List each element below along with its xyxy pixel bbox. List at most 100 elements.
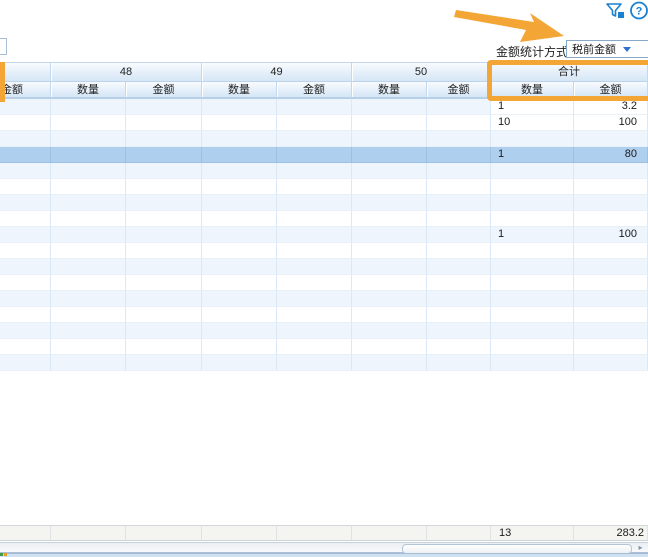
- left-edge-cutoff-control[interactable]: [0, 38, 7, 55]
- table-row[interactable]: [0, 211, 648, 227]
- cell-empty: [352, 355, 427, 371]
- column-header-g2-qty[interactable]: 数量: [202, 82, 277, 99]
- cell-empty: [277, 115, 352, 131]
- cell-empty: [202, 307, 277, 323]
- table-row[interactable]: [0, 355, 648, 371]
- cell-empty: [352, 131, 427, 147]
- cell-total-amt: 100: [574, 227, 648, 243]
- scrollbar-right-arrow-icon[interactable]: ▸: [633, 543, 648, 553]
- table-row[interactable]: 180: [0, 147, 648, 163]
- cell-empty: [277, 99, 352, 115]
- group-header-1[interactable]: 48: [51, 63, 202, 82]
- table-row[interactable]: [0, 243, 648, 259]
- cell-total-qty: [491, 163, 574, 179]
- cell-empty: [51, 147, 126, 163]
- cell-total-qty: [491, 131, 574, 147]
- horizontal-scrollbar[interactable]: ▸: [0, 542, 648, 553]
- cell-empty: [126, 323, 202, 339]
- cell-empty: [126, 115, 202, 131]
- cell-empty: [277, 339, 352, 355]
- cell-empty: [51, 243, 126, 259]
- group-header-4[interactable]: 合计: [491, 63, 648, 82]
- cell-empty: [0, 291, 51, 307]
- summary-cell: [0, 525, 51, 541]
- cell-empty: [202, 131, 277, 147]
- summary-cell: [51, 525, 126, 541]
- table-row[interactable]: [0, 179, 648, 195]
- cell-empty: [352, 259, 427, 275]
- table-row[interactable]: [0, 323, 648, 339]
- cell-empty: [277, 131, 352, 147]
- cell-empty: [427, 163, 491, 179]
- cell-empty: [0, 227, 51, 243]
- cell-total-qty: [491, 211, 574, 227]
- cell-empty: [51, 355, 126, 371]
- cell-empty: [427, 211, 491, 227]
- cell-total-qty: [491, 275, 574, 291]
- cell-empty: [352, 163, 427, 179]
- cell-empty: [427, 259, 491, 275]
- cell-empty: [427, 339, 491, 355]
- group-header-3[interactable]: 50: [352, 63, 491, 82]
- summary-total-amt: 283.2: [574, 525, 648, 541]
- table-row[interactable]: 1100: [0, 227, 648, 243]
- cell-empty: [0, 131, 51, 147]
- group-header-2[interactable]: 49: [202, 63, 352, 82]
- cell-total-amt: [574, 259, 648, 275]
- table-row[interactable]: [0, 259, 648, 275]
- cell-total-amt: [574, 131, 648, 147]
- cell-empty: [126, 339, 202, 355]
- cell-total-qty: 10: [491, 115, 574, 131]
- column-header-g1-amt[interactable]: 金额: [126, 82, 202, 99]
- column-header-g2-amt[interactable]: 金额: [277, 82, 352, 99]
- cell-empty: [352, 275, 427, 291]
- cell-total-qty: 1: [491, 227, 574, 243]
- corner-dot-orange: [4, 553, 7, 556]
- stat-method-combobox[interactable]: 税前金额: [566, 40, 648, 58]
- table-row[interactable]: [0, 275, 648, 291]
- cell-empty: [427, 227, 491, 243]
- cell-total-amt: 3.2: [574, 99, 648, 115]
- table-row[interactable]: [0, 339, 648, 355]
- column-header-g4-qty[interactable]: 数量: [491, 82, 574, 99]
- cell-empty: [427, 147, 491, 163]
- table-row[interactable]: [0, 163, 648, 179]
- column-header-g4-amt[interactable]: 金额: [574, 82, 648, 99]
- cell-empty: [277, 227, 352, 243]
- cell-empty: [277, 243, 352, 259]
- table-row[interactable]: 13.2: [0, 99, 648, 115]
- cell-total-amt: 80: [574, 147, 648, 163]
- cell-empty: [352, 323, 427, 339]
- help-icon[interactable]: ?: [629, 1, 648, 20]
- group-header-leading[interactable]: [0, 63, 51, 82]
- table-row[interactable]: [0, 195, 648, 211]
- cell-empty: [352, 195, 427, 211]
- cell-empty: [352, 291, 427, 307]
- cell-empty: [277, 179, 352, 195]
- cell-empty: [126, 355, 202, 371]
- cell-empty: [126, 259, 202, 275]
- cell-empty: [0, 179, 51, 195]
- cell-empty: [0, 275, 51, 291]
- table-row[interactable]: 10100: [0, 115, 648, 131]
- cell-total-qty: [491, 323, 574, 339]
- summary-cell: [126, 525, 202, 541]
- cell-empty: [0, 339, 51, 355]
- column-header-leading[interactable]: 金额: [0, 82, 51, 99]
- cell-empty: [0, 259, 51, 275]
- cell-empty: [427, 179, 491, 195]
- column-header-g3-amt[interactable]: 金额: [427, 82, 491, 99]
- summary-cell: [352, 525, 427, 541]
- cell-empty: [352, 243, 427, 259]
- column-header-g1-qty[interactable]: 数量: [51, 82, 126, 99]
- column-header-g3-qty[interactable]: 数量: [352, 82, 427, 99]
- bottom-strip: [0, 553, 648, 557]
- cell-empty: [277, 195, 352, 211]
- table-row[interactable]: [0, 307, 648, 323]
- table-row[interactable]: [0, 291, 648, 307]
- summary-total-qty: 13: [491, 525, 574, 541]
- cell-empty: [427, 307, 491, 323]
- summary-cell: [202, 525, 277, 541]
- filter-icon[interactable]: [605, 2, 627, 20]
- table-row[interactable]: [0, 131, 648, 147]
